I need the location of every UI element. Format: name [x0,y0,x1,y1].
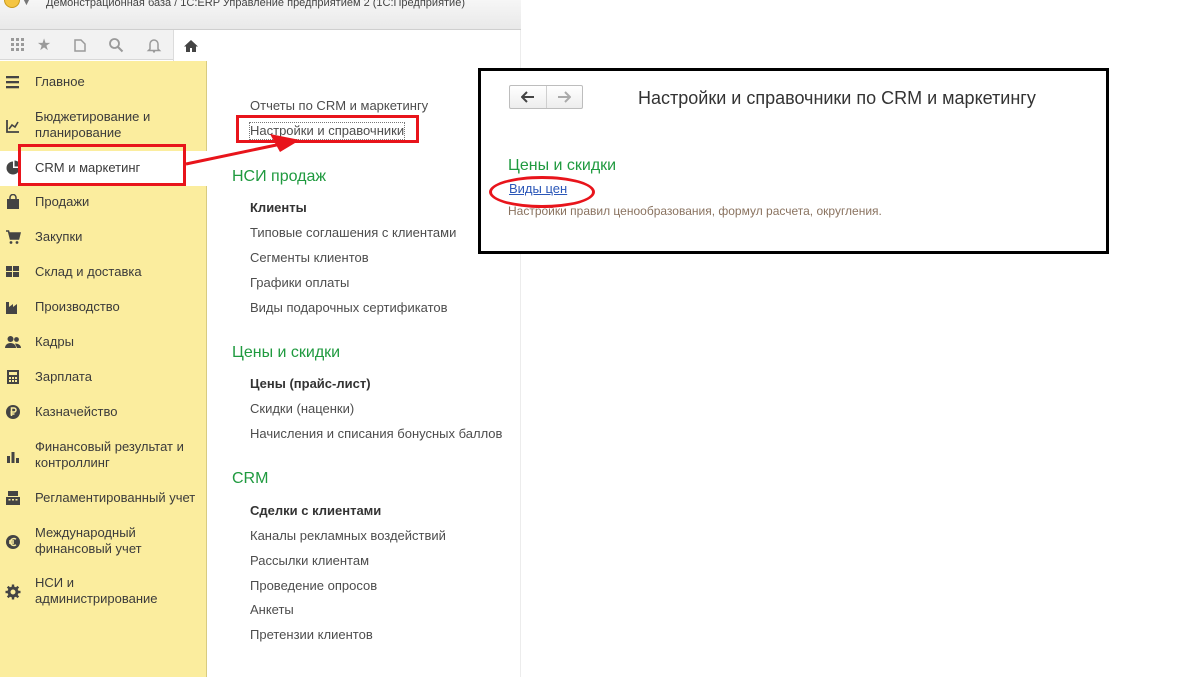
annotation-price-types-highlight [489,176,595,208]
inset-window-title: Настройки и справочники по CRM и маркети… [638,88,1036,108]
inset-settings-window: Настройки и справочники по CRM и маркети… [478,68,1109,254]
inset-group-title: Цены и скидки [508,157,617,174]
forward-arrow-icon[interactable] [545,86,582,108]
back-arrow-icon[interactable] [510,86,546,108]
navigation-buttons [509,85,583,109]
